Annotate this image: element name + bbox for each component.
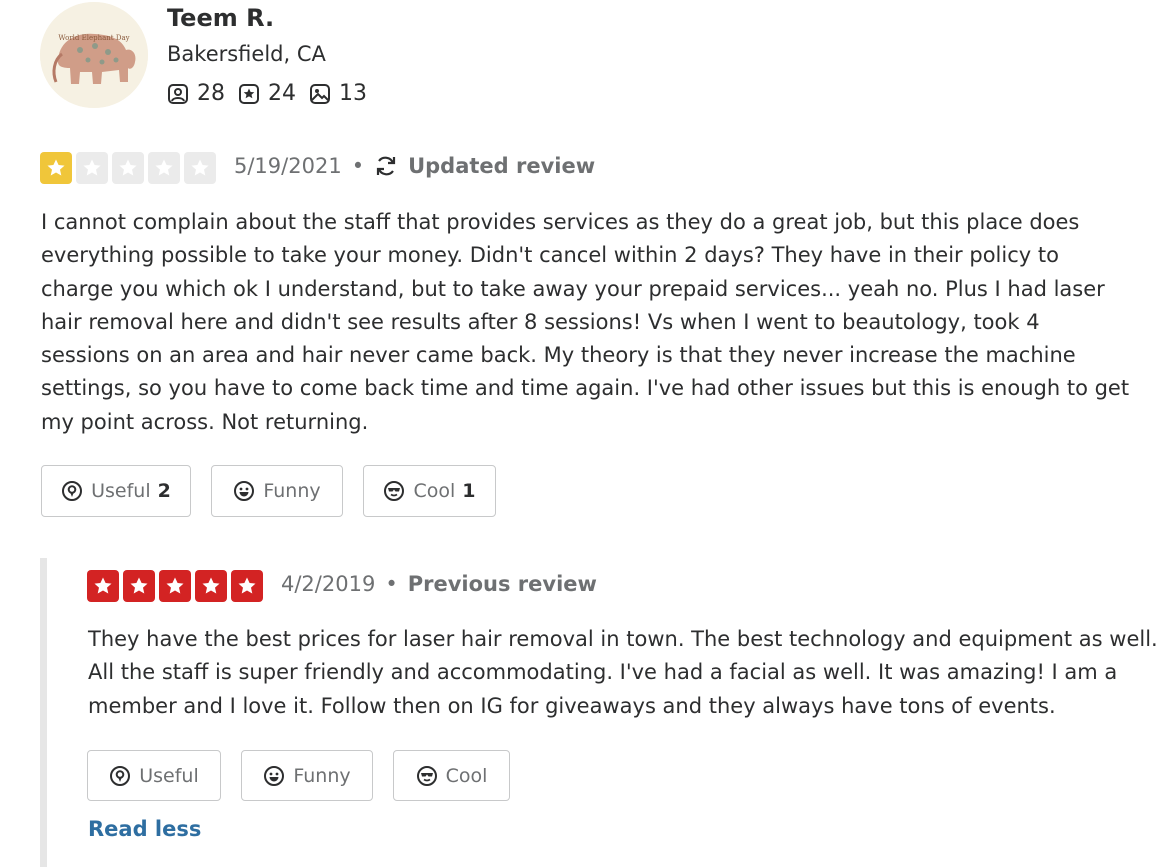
current-review-text: I cannot complain about the staff that p… [41,210,1130,434]
photo-icon [310,83,330,104]
star-icon [166,577,184,594]
star-filled [40,152,72,184]
previous-funny-button[interactable]: Funny [241,750,373,801]
current-review-kind: Updated review [408,154,596,178]
star-empty [112,152,144,184]
previous-review-meta: 4/2/2019 • Previous review [281,572,597,596]
friends-stat: 28 [167,81,225,106]
separator-dot: • [351,154,365,178]
star-icon [119,159,137,176]
star-icon [47,159,65,176]
photos-stat: 13 [309,81,367,106]
reviews-stat: 24 [238,81,296,106]
star-icon [130,577,148,594]
user-location: Bakersfield, CA [167,42,326,66]
star-filled [159,570,191,602]
star-filled [123,570,155,602]
reviews-count: 24 [268,81,296,106]
lightbulb-icon [62,481,83,501]
user-name[interactable]: Teem R. [167,4,274,32]
star-filled [195,570,227,602]
useful-count: 2 [157,480,171,502]
star-icon [83,159,101,176]
useful-label: Useful [91,480,151,502]
star-icon [94,577,112,594]
read-less-link[interactable]: Read less [88,817,201,841]
avatar[interactable]: World Elephant Day [40,2,148,108]
previous-review-kind: Previous review [407,572,597,596]
star-empty [184,152,216,184]
previous-review-date: 4/2/2019 [281,572,376,596]
svg-text:World Elephant Day: World Elephant Day [58,34,129,42]
review-star-icon [239,83,259,104]
user-stats: 28 24 13 [167,81,380,106]
smiley-icon [234,481,255,501]
funny-button[interactable]: Funny [211,465,343,517]
current-review-meta: 5/19/2021 • Updated review [234,154,595,178]
cool-label: Cool [445,764,488,787]
previous-review-rating [87,570,267,602]
current-review-date: 5/19/2021 [234,154,342,178]
cool-count: 1 [462,480,476,502]
friends-count: 28 [197,81,225,106]
refresh-icon [376,156,396,176]
star-icon [191,159,209,176]
sunglasses-icon [384,481,405,501]
previous-review-divider [40,558,47,867]
previous-review-text: They have the best prices for laser hair… [88,627,1158,718]
previous-cool-button[interactable]: Cool [393,750,510,801]
useful-button[interactable]: Useful 2 [41,465,191,517]
previous-useful-button[interactable]: Useful [87,750,221,801]
funny-label: Funny [263,480,321,502]
funny-label: Funny [293,764,351,787]
smiley-icon [264,765,285,786]
cool-label: Cool [413,480,456,502]
star-filled [231,570,263,602]
current-review-rating [40,152,220,184]
cool-button[interactable]: Cool 1 [363,465,496,517]
separator-dot: • [385,572,398,596]
star-empty [148,152,180,184]
star-empty [76,152,108,184]
star-filled [87,570,119,602]
useful-label: Useful [139,764,199,787]
star-icon [202,577,220,594]
photos-count: 13 [339,81,367,106]
elephant-avatar-image: World Elephant Day [40,2,148,108]
sunglasses-icon [416,765,437,786]
friends-icon [168,83,188,104]
lightbulb-icon [110,765,131,786]
star-icon [155,159,173,176]
star-icon [238,577,256,594]
